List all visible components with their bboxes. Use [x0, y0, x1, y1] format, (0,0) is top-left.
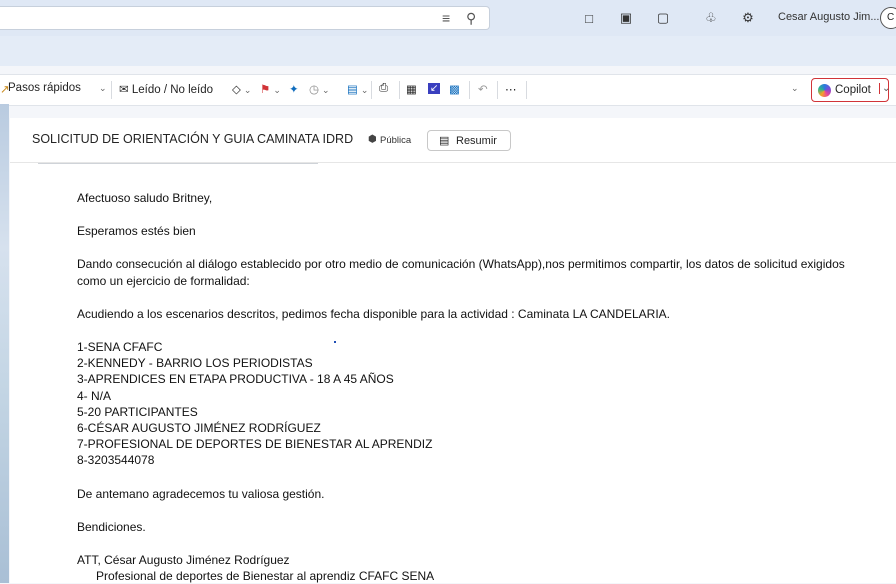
read-unread-button[interactable]: ✉ Leído / No leído [119, 82, 213, 96]
undo-icon[interactable]: ↶ [478, 82, 488, 96]
divider [399, 81, 400, 99]
list-item: 7-PROFESIONAL DE DEPORTES DE BIENESTAR A… [77, 437, 433, 452]
divider [111, 81, 112, 99]
body-paragraph: Acudiendo a los escenarios descritos, pe… [77, 306, 670, 321]
copilot-button[interactable]: Copilot ⌄ [811, 78, 890, 102]
filter-icon[interactable]: ≡ [442, 10, 450, 26]
sensitivity-icon: ⬢ [368, 134, 377, 145]
list-item: 2-KENNEDY - BARRIO LOS PERIODISTAS [77, 356, 313, 371]
body-paragraph: Dando consecución al diálogo establecido… [77, 257, 845, 288]
settings-icon[interactable]: ⚙ [739, 9, 757, 27]
office-icon[interactable]: ▣ [617, 9, 635, 27]
ribbon-toolbar: ↗ Pasos rápidos ⌄ ✉ Leído / No leído ◇ ⌄ … [0, 74, 896, 106]
divider [497, 81, 498, 99]
flag-icon[interactable]: ⚑ ⌄ [260, 82, 281, 96]
divider [371, 81, 372, 99]
message-subject: SOLICITUD DE ORIENTACIÓN Y GUIA CAMINATA… [32, 132, 354, 146]
envelope-icon: ✉ [119, 84, 129, 96]
chevron-down-icon[interactable]: ⌄ [96, 82, 107, 94]
quick-steps-label: Pasos rápidos [8, 82, 81, 94]
cursor-dot [334, 341, 336, 343]
message-body: Afectuoso saludo Britney, Esperamos esté… [77, 190, 877, 584]
copilot-label: Copilot [835, 84, 871, 96]
copilot-icon [818, 84, 831, 97]
signature: ATT, César Augusto Jiménez Rodríguez Pro… [77, 552, 877, 584]
quick-steps-button[interactable]: Pasos rápidos [8, 82, 81, 94]
ribbon-expand-chevron-icon[interactable]: ⌄ [788, 82, 799, 94]
pin-icon[interactable]: ✦ [289, 82, 299, 96]
read-unread-label: Leído / No leído [131, 84, 214, 96]
apps-icon[interactable]: ▦ [406, 82, 417, 96]
print-icon[interactable]: ⎙ [379, 82, 388, 95]
more-icon[interactable]: ⋯ [505, 82, 517, 96]
list-item: 3-APRENDICES EN ETAPA PRODUCTIVA - 18 A … [77, 372, 394, 387]
search-box[interactable]: ≡ ⚲ [0, 6, 490, 30]
sensitivity-label[interactable]: Pública [380, 135, 411, 146]
chevron-down-icon[interactable]: ⌄ [879, 83, 890, 94]
summarize-icon: ▤ [439, 135, 450, 147]
summarize-button[interactable]: ▤ Resumir [427, 130, 511, 151]
signature-title: Profesional de deportes de Bienestar al … [96, 569, 435, 584]
top-bar: ≡ ⚲ □ ▣ ▢ ♧ ⚙ Cesar Augusto Jim... C [0, 0, 896, 36]
list-item: 5-20 PARTICIPANTES [77, 404, 198, 419]
user-name[interactable]: Cesar Augusto Jim... [778, 11, 880, 23]
clock-icon[interactable]: ◷ ⌄ [309, 82, 330, 96]
pdf-icon[interactable]: ↙ [428, 83, 441, 94]
greeting: Afectuoso saludo Britney, [77, 191, 213, 205]
teams-chat-icon[interactable]: □ [580, 9, 598, 27]
rules-icon[interactable]: ▩ [449, 82, 460, 96]
tab-strip [0, 36, 896, 66]
request-list: 1-SENA CFAFC 2-KENNEDY - BARRIO LOS PERI… [77, 339, 877, 469]
divider [526, 81, 527, 99]
bell-icon[interactable]: ♧ [702, 9, 720, 27]
list-item: 8-3203544078 [77, 453, 155, 468]
tag-icon[interactable]: ◇ ⌄ [232, 82, 251, 96]
avatar[interactable]: C [880, 7, 896, 29]
signature-name: ATT, César Augusto Jiménez Rodríguez [77, 553, 290, 568]
background-strip [0, 104, 9, 583]
summarize-label: Resumir [456, 135, 497, 147]
search-icon[interactable]: ⚲ [466, 10, 476, 27]
body-paragraph: Esperamos estés bien [77, 224, 196, 239]
move-icon[interactable]: ▤ ⌄ [347, 82, 368, 96]
subject-bar: SOLICITUD DE ORIENTACIÓN Y GUIA CAMINATA… [10, 118, 896, 163]
divider [469, 81, 470, 99]
blessing-text: Bendiciones. [77, 519, 146, 534]
feedback-icon[interactable]: ▢ [654, 9, 672, 27]
list-item: 1-SENA CFAFC [77, 340, 163, 355]
list-item: 6-CÉSAR AUGUSTO JIMÉNEZ RODRÍGUEZ [77, 421, 321, 436]
thanks-text: De antemano agradecemos tu valiosa gesti… [77, 486, 325, 501]
list-item: 4- N/A [77, 388, 112, 403]
header-divider [38, 163, 318, 170]
